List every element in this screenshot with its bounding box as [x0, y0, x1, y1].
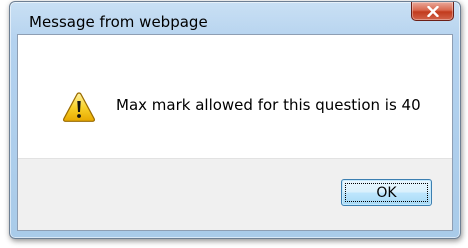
close-icon — [427, 6, 439, 17]
ok-button-label: OK — [345, 183, 428, 202]
dialog-body: Max mark allowed for this question is 40… — [17, 34, 453, 231]
ok-button[interactable]: OK — [341, 179, 432, 206]
dialog-titlebar[interactable]: Message from webpage — [10, 2, 460, 34]
message-dialog: Message from webpage Max mark allowed fo… — [9, 1, 461, 239]
dialog-footer: OK — [18, 158, 452, 230]
dialog-message: Max mark allowed for this question is 40 — [116, 96, 421, 114]
warning-icon — [62, 92, 96, 122]
message-area: Max mark allowed for this question is 40 — [18, 35, 452, 158]
dialog-title: Message from webpage — [29, 13, 208, 31]
close-button[interactable] — [411, 2, 454, 21]
